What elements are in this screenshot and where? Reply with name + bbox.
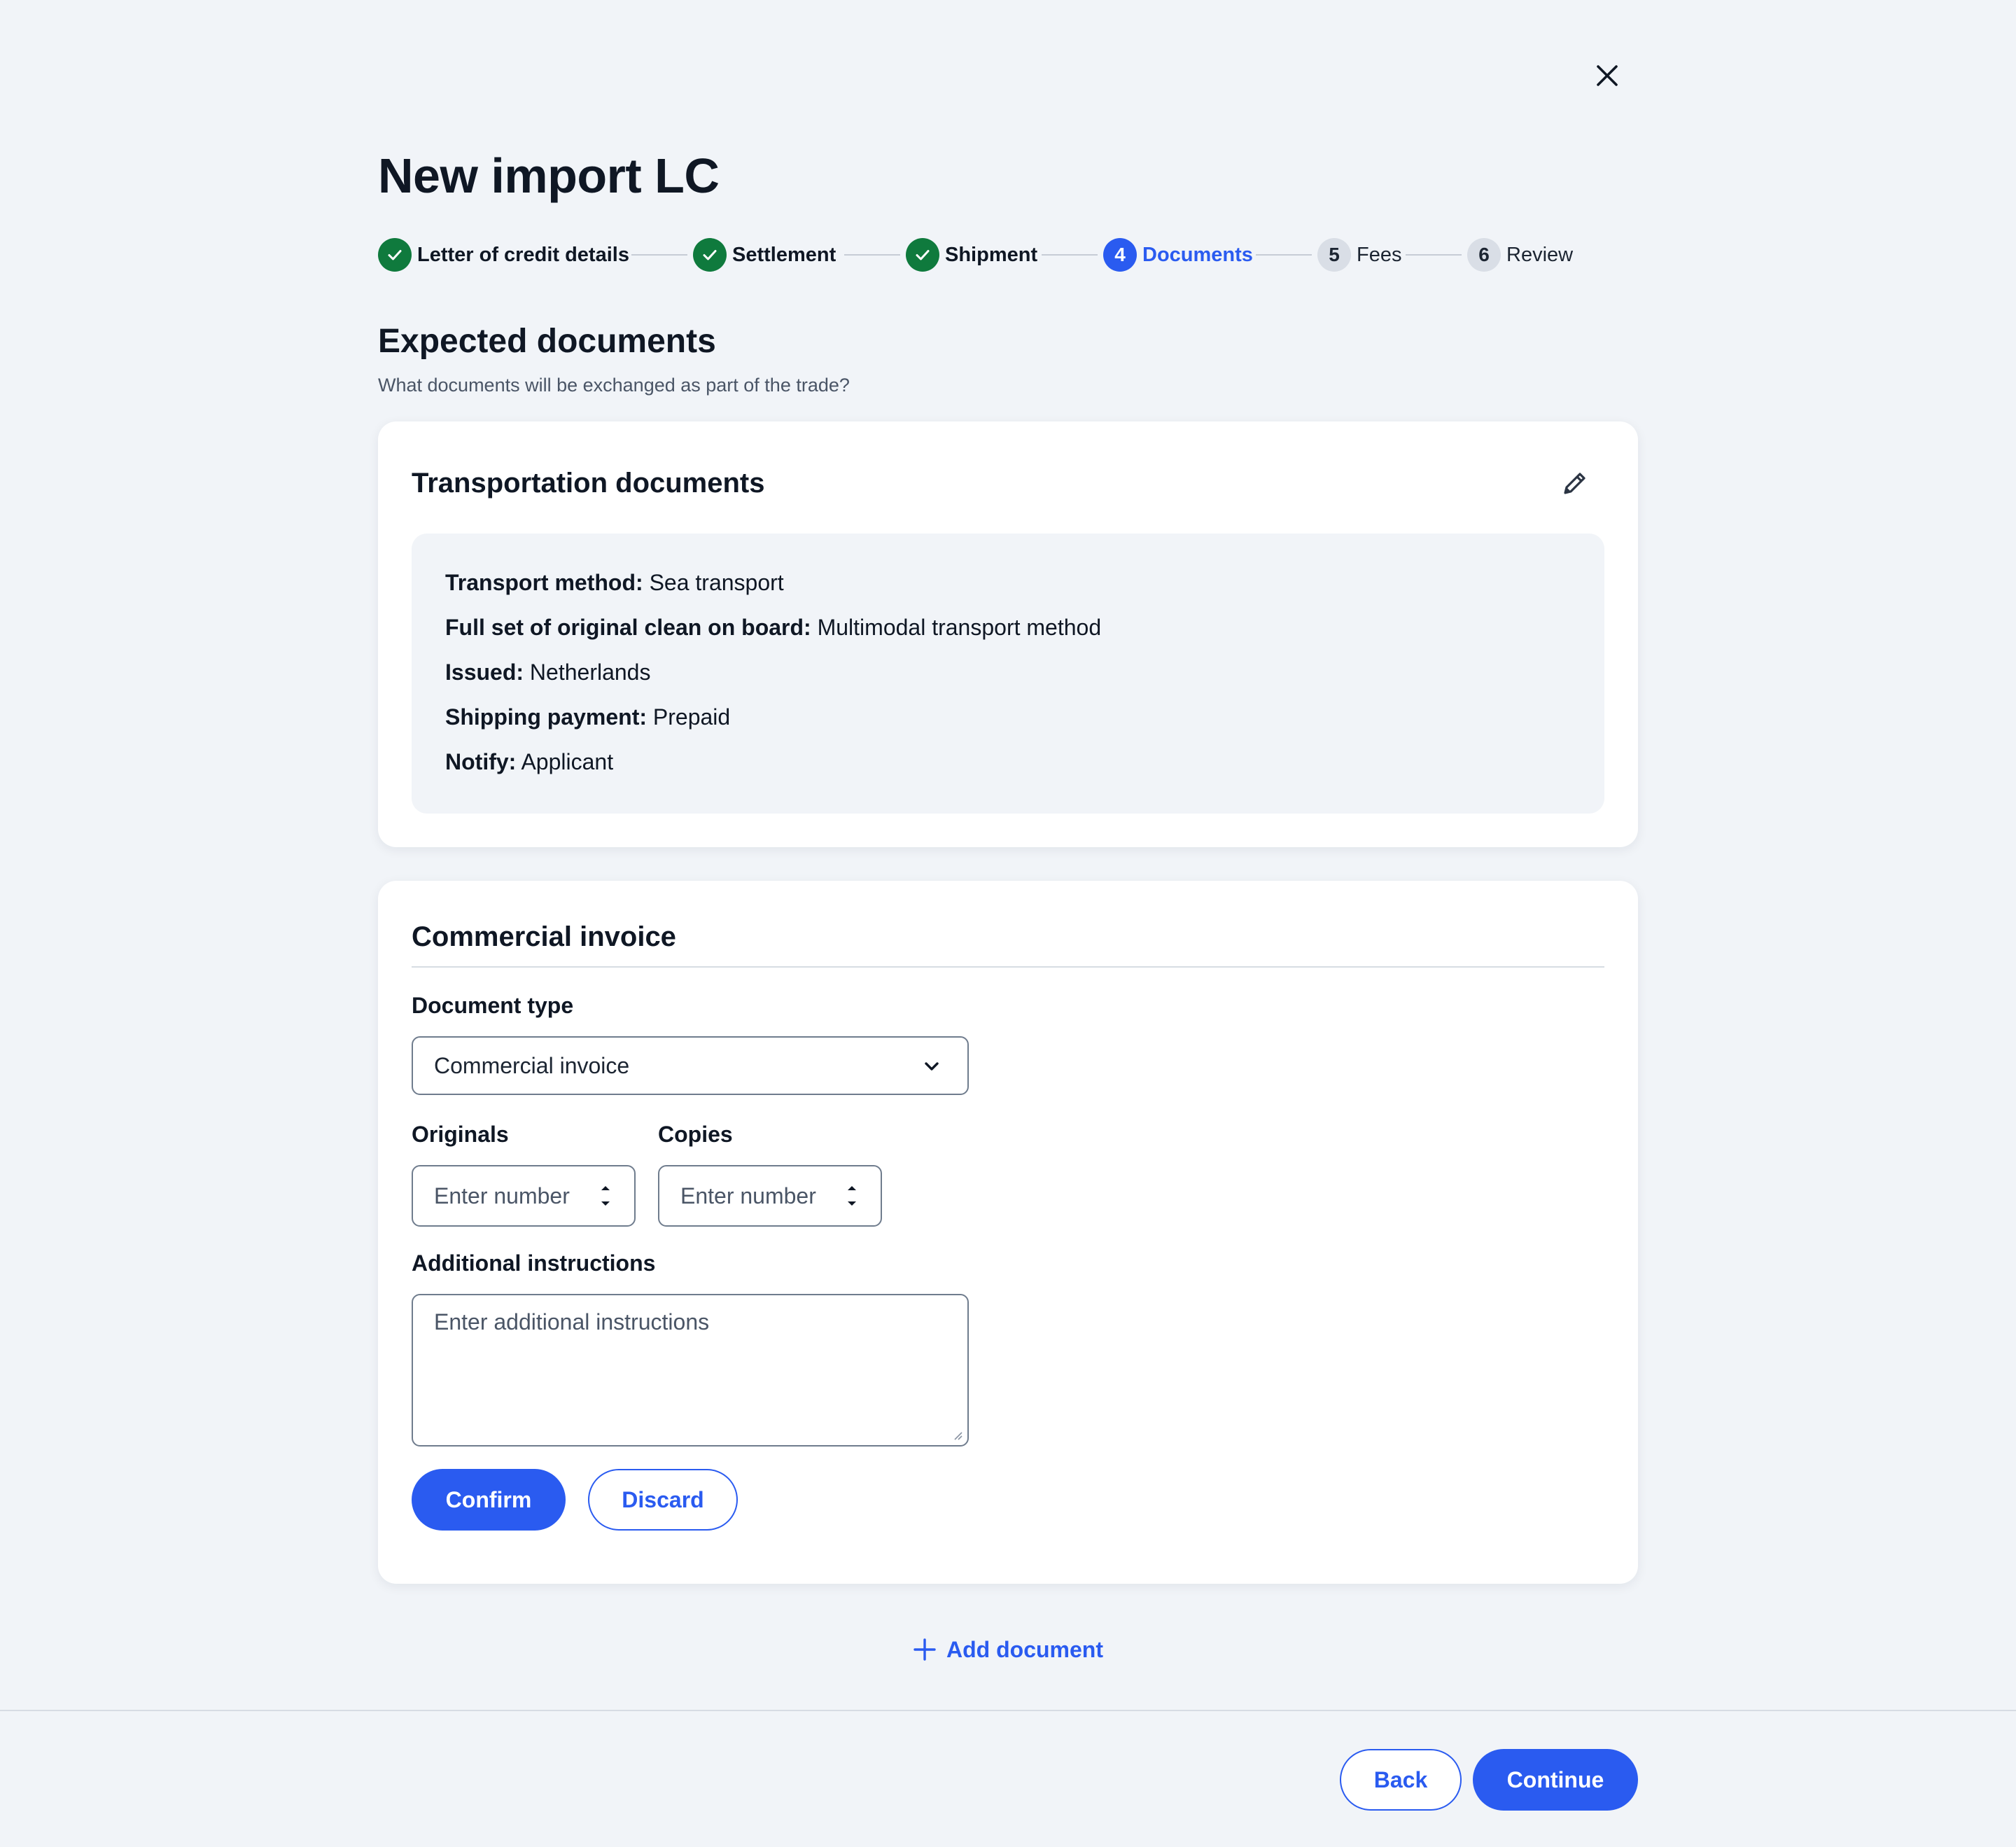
progress-stepper: Letter of credit details Settlement Ship… (378, 238, 1582, 272)
check-icon (906, 238, 939, 272)
step-settlement[interactable]: Settlement (693, 238, 836, 272)
step-letter-of-credit-details[interactable]: Letter of credit details (378, 238, 629, 272)
input-placeholder: Enter number (434, 1183, 570, 1208)
originals-input[interactable]: Enter number (412, 1165, 636, 1227)
add-document-label: Add document (946, 1636, 1103, 1662)
back-button[interactable]: Back (1340, 1749, 1462, 1811)
step-label: Settlement (732, 243, 836, 266)
summary-row: Issued: Netherlands (445, 657, 650, 688)
document-type-label: Document type (412, 993, 574, 1018)
row-value: Netherlands (529, 660, 651, 685)
stepper-arrows-icon[interactable] (844, 1180, 860, 1211)
row-label: Notify: (445, 749, 517, 774)
close-icon (1597, 65, 1618, 86)
discard-button[interactable]: Discard (588, 1469, 738, 1531)
divider (412, 966, 1604, 968)
select-value: Commercial invoice (434, 1052, 630, 1078)
copies-label: Copies (658, 1122, 733, 1147)
instructions-label: Additional instructions (412, 1250, 656, 1276)
commercial-invoice-card: Commercial invoice Document type Commerc… (378, 881, 1638, 1584)
step-label: Fees (1357, 243, 1402, 266)
confirm-button[interactable]: Confirm (412, 1469, 566, 1531)
close-button[interactable] (1593, 62, 1621, 90)
step-connector (1042, 254, 1098, 256)
plus-icon (913, 1638, 936, 1661)
instructions-textarea[interactable]: Enter additional instructions (412, 1294, 969, 1447)
step-shipment[interactable]: Shipment (906, 238, 1037, 272)
step-fees[interactable]: 5 Fees (1317, 238, 1401, 272)
step-number: 4 (1103, 238, 1137, 272)
step-number: 5 (1317, 238, 1351, 272)
summary-row: Full set of original clean on board: Mul… (445, 612, 1101, 643)
row-label: Transport method: (445, 570, 643, 595)
step-review[interactable]: 6 Review (1467, 238, 1573, 272)
step-connector (631, 254, 687, 256)
stepper-arrows-icon[interactable] (598, 1180, 613, 1211)
row-value: Sea transport (649, 570, 784, 595)
copies-input[interactable]: Enter number (658, 1165, 882, 1227)
resize-grip-icon[interactable] (952, 1430, 963, 1441)
originals-label: Originals (412, 1122, 509, 1147)
step-label: Letter of credit details (417, 243, 629, 266)
section-subtitle: What documents will be exchanged as part… (378, 375, 850, 396)
footer-divider (0, 1710, 2016, 1711)
step-label: Documents (1142, 243, 1253, 266)
summary-row: Transport method: Sea transport (445, 567, 784, 598)
pencil-icon (1564, 473, 1586, 494)
step-number: 6 (1467, 238, 1501, 272)
page-title: New import LC (378, 148, 720, 203)
input-placeholder: Enter number (680, 1183, 816, 1208)
row-value: Multimodal transport method (817, 615, 1102, 640)
step-connector (844, 254, 900, 256)
row-value: Prepaid (652, 704, 731, 730)
row-value: Applicant (521, 749, 614, 774)
step-label: Shipment (945, 243, 1038, 266)
card-title: Transportation documents (412, 468, 765, 499)
transport-summary: Transport method: Sea transport Full set… (412, 534, 1604, 814)
add-document-button[interactable]: Add document (913, 1631, 1103, 1668)
check-icon (693, 238, 727, 272)
section-title: Expected documents (378, 323, 716, 360)
row-label: Shipping payment: (445, 704, 647, 730)
chevron-down-icon (925, 1062, 939, 1071)
textarea-placeholder: Enter additional instructions (434, 1309, 710, 1334)
row-label: Full set of original clean on board: (445, 615, 811, 640)
check-icon (378, 238, 412, 272)
summary-row: Notify: Applicant (445, 746, 613, 777)
step-connector (1406, 254, 1462, 256)
edit-button[interactable] (1558, 466, 1592, 500)
step-connector (1256, 254, 1312, 256)
summary-row: Shipping payment: Prepaid (445, 702, 730, 732)
card-title: Commercial invoice (412, 921, 676, 952)
row-label: Issued: (445, 660, 524, 685)
step-label: Review (1506, 243, 1574, 266)
step-documents[interactable]: 4 Documents (1103, 238, 1253, 272)
document-type-select[interactable]: Commercial invoice (412, 1036, 969, 1095)
transportation-documents-card: Transportation documents Transport metho… (378, 421, 1638, 847)
continue-button[interactable]: Continue (1473, 1749, 1638, 1811)
